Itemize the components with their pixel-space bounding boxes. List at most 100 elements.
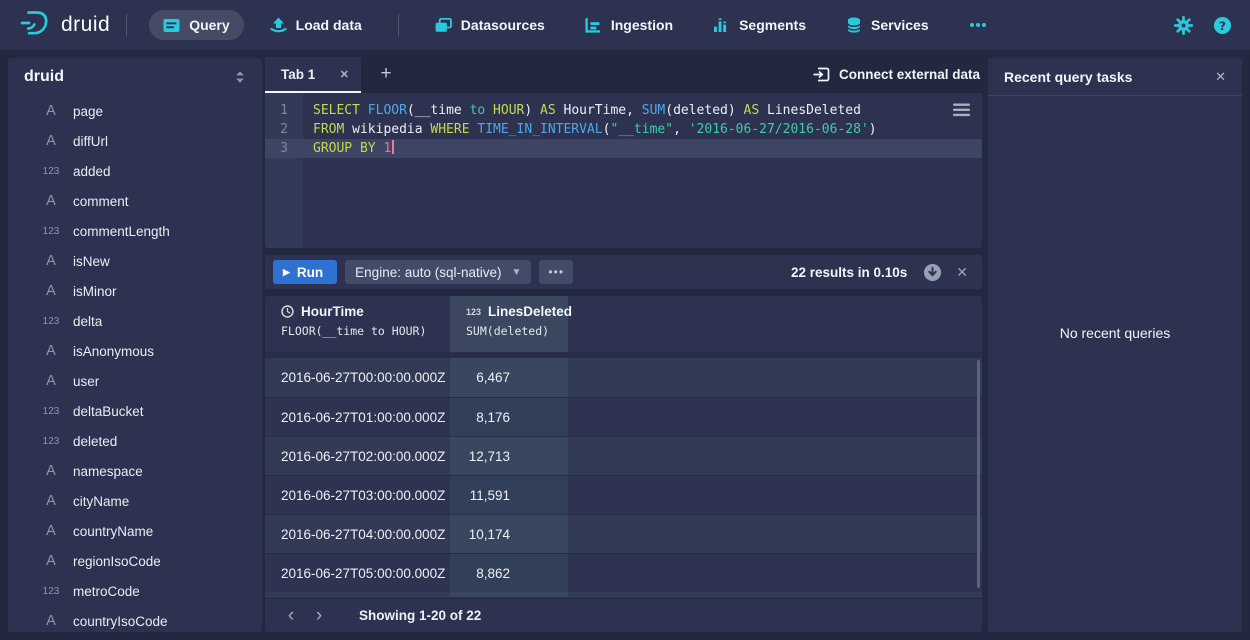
nav-item-datasources[interactable]: Datasources [421, 10, 559, 40]
sidebar-column-isNew[interactable]: AisNew [8, 246, 262, 276]
druid-logo-icon [16, 9, 50, 42]
cell-hourtime[interactable]: 2016-06-27T03:00:00.000Z [265, 488, 450, 503]
nav-item-label: Ingestion [611, 17, 673, 33]
sidebar-column-countryIsoCode[interactable]: AcountryIsoCode [8, 606, 262, 636]
download-results-icon[interactable] [923, 263, 942, 282]
string-type-icon: A [38, 613, 64, 629]
string-type-icon: A [38, 553, 64, 569]
close-tasks-panel-icon[interactable]: ✕ [1215, 69, 1226, 85]
sidebar-column-added[interactable]: 123added [8, 156, 262, 186]
more-icon [969, 22, 987, 28]
table-row: 2016-06-27T03:00:00.000Z11,591 [265, 475, 982, 514]
cell-hourtime[interactable]: 2016-06-27T04:00:00.000Z [265, 527, 450, 542]
sidebar-column-commentLength[interactable]: 123commentLength [8, 216, 262, 246]
partial-row [265, 592, 982, 597]
tasks-panel-title: Recent query tasks [1004, 69, 1132, 85]
results-header: HourTime FLOOR(__time to HOUR) 123 Lines… [265, 296, 982, 352]
help-icon[interactable]: ? [1213, 16, 1232, 35]
cell-linesdeleted[interactable]: 10,174 [450, 515, 568, 553]
segments-icon [713, 18, 730, 33]
sidebar-column-user[interactable]: Auser [8, 366, 262, 396]
datasource-title: druid [24, 68, 64, 86]
column-expression: FLOOR(__time to HOUR) [281, 324, 450, 338]
nav-item-load-data[interactable]: Load data [256, 10, 376, 40]
previous-page-button[interactable]: ‹ [277, 602, 305, 630]
sidebar-column-metroCode[interactable]: 123metroCode [8, 576, 262, 606]
table-row: 2016-06-27T00:00:00.000Z6,467 [265, 358, 982, 397]
string-type-icon: A [38, 343, 64, 359]
run-button[interactable]: ▶ Run [273, 260, 337, 284]
column-header-hourtime[interactable]: HourTime FLOOR(__time to HOUR) [265, 296, 450, 352]
engine-label: Engine: auto (sql-native) [355, 265, 501, 280]
column-name: metroCode [73, 584, 140, 599]
nav-item-label: Datasources [461, 17, 545, 33]
sidebar-column-countryName[interactable]: AcountryName [8, 516, 262, 546]
sidebar-header[interactable]: druid [8, 58, 262, 96]
sidebar-column-deleted[interactable]: 123 deleted [8, 426, 262, 456]
sidebar-column-cityName[interactable]: AcityName [8, 486, 262, 516]
editor-menu-icon[interactable] [953, 103, 970, 122]
column-name: isAnonymous [73, 344, 154, 359]
sidebar-column-comment[interactable]: Acomment [8, 186, 262, 216]
sql-code: 1SELECT FLOOR(__time to HOUR) AS HourTim… [265, 101, 982, 158]
column-name: comment [73, 194, 129, 209]
sidebar-column-page[interactable]: Apage [8, 96, 262, 126]
nav-item-ingestion[interactable]: Ingestion [571, 10, 687, 40]
connect-external-data-button[interactable]: Connect external data [813, 57, 980, 91]
string-type-icon: A [38, 283, 64, 299]
sort-carets-icon[interactable] [234, 70, 246, 84]
line-number: 1 [265, 101, 303, 120]
sidebar-column-regionIsoCode[interactable]: AregionIsoCode [8, 546, 262, 576]
settings-gear-icon[interactable] [1174, 16, 1193, 35]
sidebar-column-diffUrl[interactable]: AdiffUrl [8, 126, 262, 156]
column-title: LinesDeleted [488, 304, 572, 319]
query-more-button[interactable]: ••• [539, 260, 573, 284]
column-header-linesdeleted[interactable]: 123 LinesDeleted SUM(deleted) [450, 296, 568, 352]
cell-hourtime[interactable]: 2016-06-27T02:00:00.000Z [265, 449, 450, 464]
cell-hourtime[interactable]: 2016-06-27T00:00:00.000Z [265, 370, 450, 385]
string-type-icon: A [38, 193, 64, 209]
next-page-button[interactable]: › [305, 602, 333, 630]
nav-item-label: Load data [296, 17, 362, 33]
new-tab-button[interactable]: + [371, 57, 401, 91]
nav-item-query[interactable]: Query [149, 10, 243, 40]
engine-select[interactable]: Engine: auto (sql-native) ▼ [345, 260, 531, 284]
sidebar-column-namespace[interactable]: Anamespace [8, 456, 262, 486]
sidebar-column-delta[interactable]: 123delta [8, 306, 262, 336]
cell-linesdeleted[interactable]: 8,862 [450, 554, 568, 592]
column-name: delta [73, 314, 102, 329]
run-bar: ▶ Run Engine: auto (sql-native) ▼ ••• 22… [265, 255, 982, 289]
nav-item-services[interactable]: Services [832, 10, 943, 40]
number-type-icon: 123 [466, 307, 481, 317]
code-line-1: 1SELECT FLOOR(__time to HOUR) AS HourTim… [265, 101, 982, 120]
cell-linesdeleted[interactable]: 11,591 [450, 476, 568, 514]
number-type-icon: 123 [38, 436, 64, 447]
pagination-label: Showing 1-20 of 22 [359, 608, 481, 623]
nav-item-label: Services [871, 17, 929, 33]
nav-item-more[interactable] [955, 15, 1001, 35]
cell-linesdeleted[interactable]: 6,467 [450, 358, 568, 397]
table-row: 2016-06-27T02:00:00.000Z12,713 [265, 436, 982, 475]
column-name: diffUrl [73, 134, 108, 149]
cell-hourtime[interactable]: 2016-06-27T01:00:00.000Z [265, 410, 450, 425]
nav-item-segments[interactable]: Segments [699, 10, 820, 40]
sidebar-column-isAnonymous[interactable]: AisAnonymous [8, 336, 262, 366]
sidebar-column-isMinor[interactable]: AisMinor [8, 276, 262, 306]
druid-brand[interactable]: druid [16, 9, 110, 42]
nav-item-label: Segments [739, 17, 806, 33]
tab-1[interactable]: Tab 1 ✕ [265, 57, 361, 93]
close-results-icon[interactable]: ✕ [956, 264, 968, 281]
results-scrollbar[interactable] [977, 360, 980, 588]
line-number: 3 [265, 139, 303, 158]
cell-hourtime[interactable]: 2016-06-27T05:00:00.000Z [265, 566, 450, 581]
sidebar-column-deltaBucket[interactable]: 123deltaBucket [8, 396, 262, 426]
column-name: commentLength [73, 224, 170, 239]
cell-linesdeleted[interactable]: 8,176 [450, 398, 568, 436]
column-name: page [73, 104, 103, 119]
close-tab-icon[interactable]: ✕ [332, 68, 349, 81]
top-navbar: druid Query Load data Datasources Ingestion… [0, 0, 1250, 50]
column-name: deleted [73, 434, 117, 449]
cell-linesdeleted[interactable]: 12,713 [450, 437, 568, 475]
sql-editor-surface[interactable]: 1SELECT FLOOR(__time to HOUR) AS HourTim… [265, 93, 982, 248]
number-type-icon: 123 [38, 166, 64, 177]
